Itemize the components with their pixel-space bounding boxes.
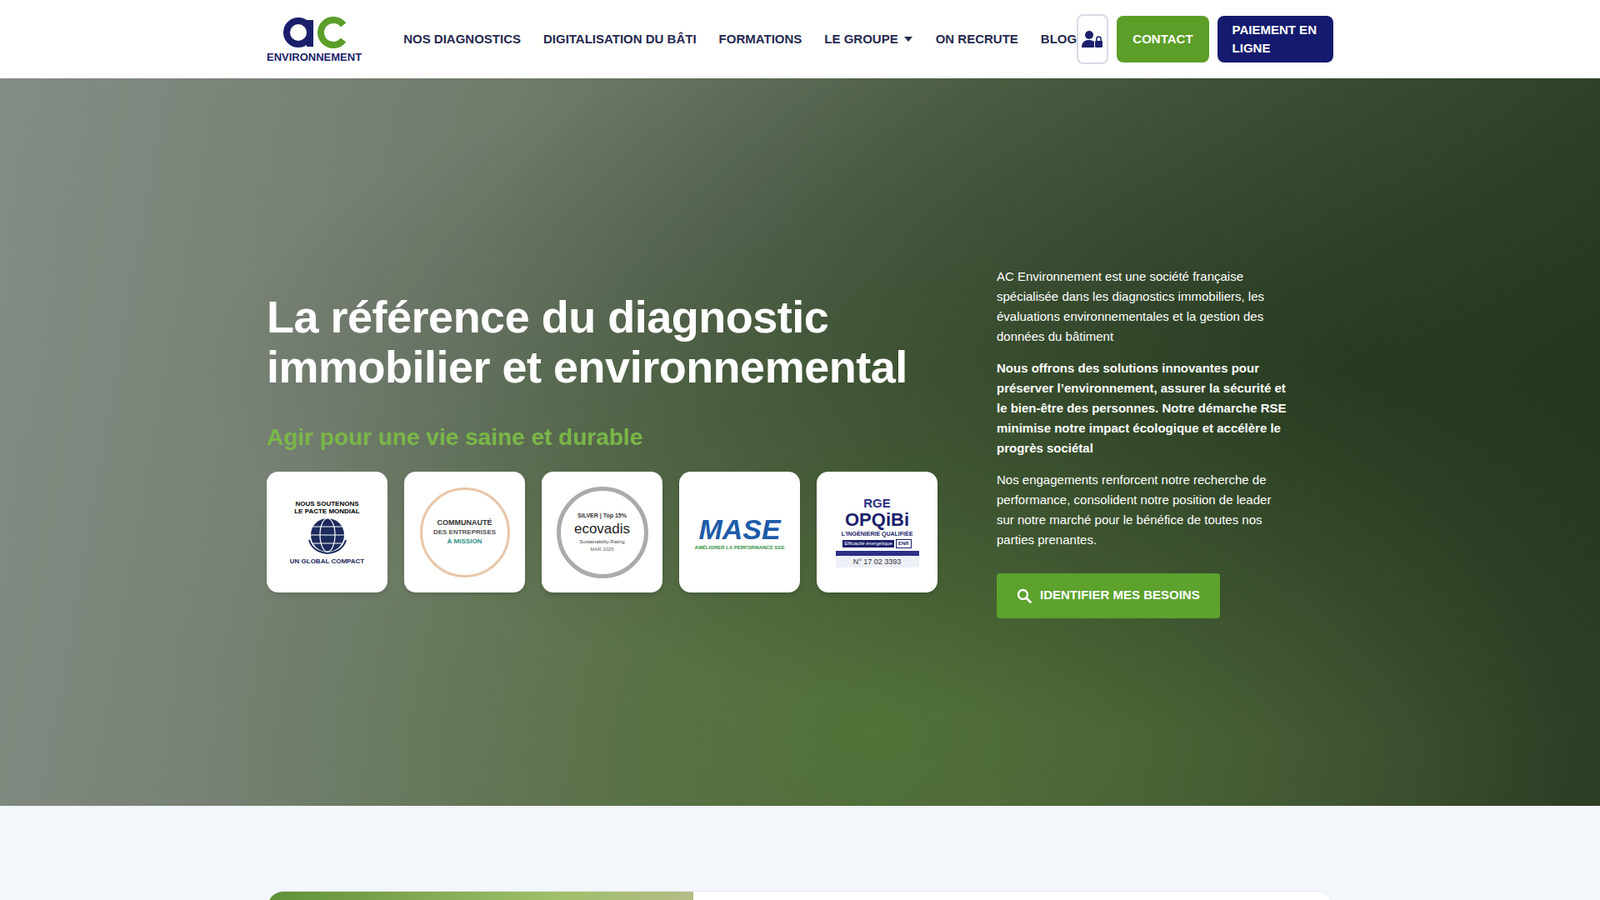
caret-down-icon — [903, 35, 914, 43]
search-icon — [1016, 588, 1032, 604]
certification-badge: SILVER | Top 15%ecovadisSustainability R… — [541, 471, 663, 593]
hero-paragraph: Nous offrons des solutions innovantes po… — [996, 358, 1289, 459]
main-nav: NOS DIAGNOSTICS DIGITALISATION DU BÂTI FOR… — [403, 30, 1077, 50]
hero: La référence du diagnosticimmobilier et … — [0, 78, 1600, 806]
certification-badge: MASEAMÉLIORER LA PERFORMANCE SSE — [679, 471, 800, 593]
nav-item[interactable]: BLOG — [1040, 30, 1077, 50]
feature-card — [266, 890, 1334, 900]
nav-item[interactable]: ON RECRUTE — [935, 30, 1019, 50]
nav-item[interactable]: LE GROUPE — [824, 30, 913, 50]
nav-item[interactable]: NOS DIAGNOSTICS — [403, 30, 521, 50]
globe-icon — [307, 515, 348, 555]
identify-needs-button[interactable]: IDENTIFIER MES BESOINS — [996, 573, 1220, 619]
payment-button[interactable]: PAIEMENT EN LIGNE — [1217, 15, 1334, 63]
hero-description: AC Environnement est une société françai… — [996, 266, 1289, 550]
certification-list: NOUS SOUTENONSLE PACTE MONDIALUN GLOBAL … — [266, 471, 959, 593]
certification-badge: COMMUNAUTÉDES ENTREPRISESÀ MISSION — [404, 471, 525, 593]
hero-subtitle: Agir pour une vie saine et durable — [266, 423, 959, 452]
certification-badge: RGEOPQiBiL'INGÉNIERIE QUALIFIÉEEfficacit… — [816, 471, 938, 593]
user-lock-icon — [1081, 30, 1104, 49]
account-button[interactable] — [1076, 14, 1109, 65]
certification-badge: NOUS SOUTENONSLE PACTE MONDIALUN GLOBAL … — [266, 471, 388, 593]
hero-paragraph: AC Environnement est une société françai… — [996, 266, 1289, 347]
next-section — [0, 805, 1600, 900]
nav-item[interactable]: DIGITALISATION DU BÂTI — [543, 30, 697, 50]
nav-item[interactable]: FORMATIONS — [719, 30, 803, 50]
logo[interactable]: ENVIRONNEMENT — [266, 15, 362, 65]
hero-paragraph: Nos engagements renforcent notre recherc… — [996, 470, 1289, 550]
site-header: ENVIRONNEMENT NOS DIAGNOSTICS DIGITALISAT… — [0, 0, 1600, 79]
contact-button[interactable]: CONTACT — [1116, 15, 1209, 63]
hero-title: La référence du diagnosticimmobilier et … — [266, 291, 959, 393]
feature-photo — [267, 891, 694, 900]
logo-text: ENVIRONNEMENT — [266, 50, 362, 65]
logo-mark-icon — [281, 15, 347, 50]
